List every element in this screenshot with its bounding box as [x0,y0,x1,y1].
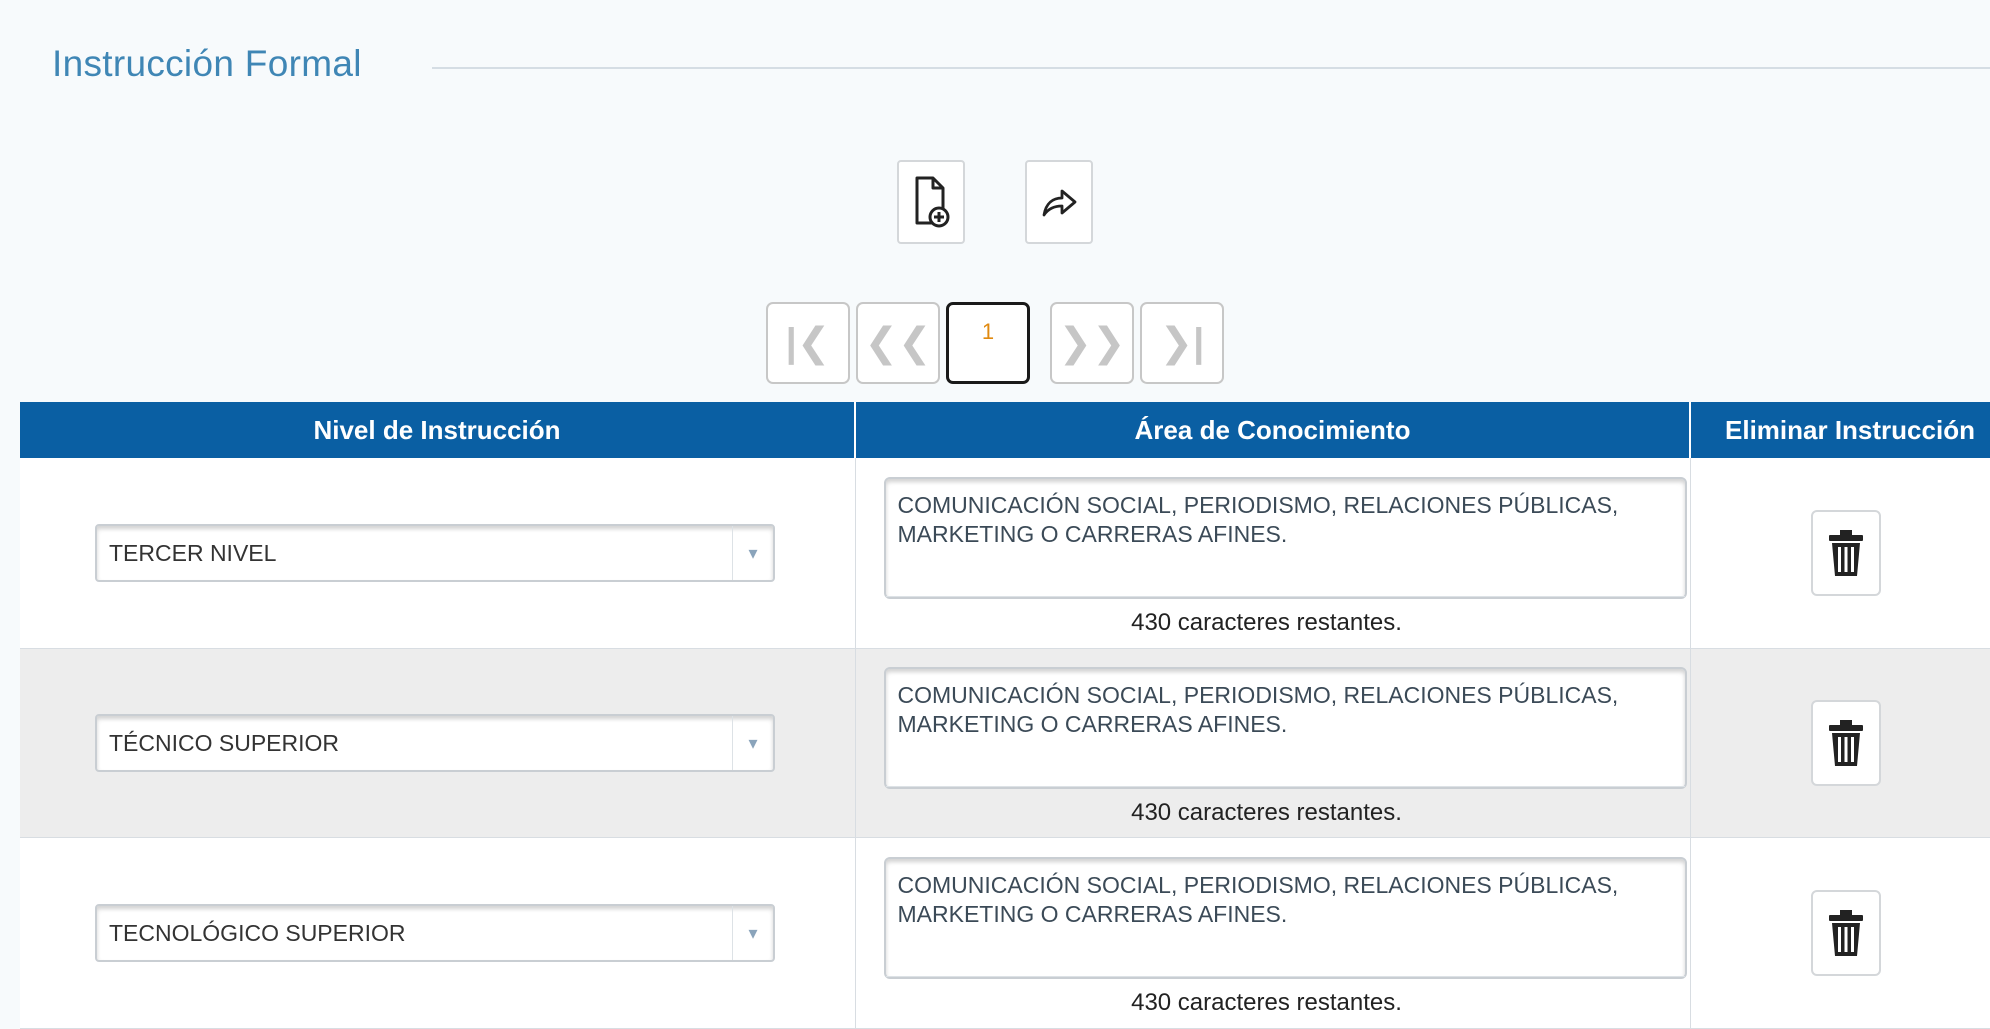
section-divider [432,67,1990,69]
last-page-icon: ❯| [1159,321,1205,365]
nivel-cell: TÉCNICO SUPERIOR ▾ [20,648,856,838]
first-page-icon: |❮ [785,321,831,365]
section-title: Instrucción Formal [52,43,362,84]
instruction-table: Nivel de Instrucción Área de Conocimient… [20,402,1990,1029]
area-text: COMUNICACIÓN SOCIAL, PERIODISMO, RELACIO… [897,492,1619,547]
table-row: TERCER NIVEL ▾ COMUNICACIÓN SOCIAL, PERI… [20,458,1990,649]
share-arrow-icon [1042,189,1077,217]
delete-button[interactable] [1810,510,1881,596]
area-textarea[interactable]: COMUNICACIÓN SOCIAL, PERIODISMO, RELACIO… [883,477,1687,599]
delete-button[interactable] [1810,890,1881,976]
toolbar [0,160,1990,250]
new-document-icon [915,176,950,228]
area-cell: COMUNICACIÓN SOCIAL, PERIODISMO, RELACIO… [855,837,1691,1029]
delete-cell [1690,837,1990,1029]
area-cell: COMUNICACIÓN SOCIAL, PERIODISMO, RELACIO… [855,458,1691,649]
nivel-cell: TERCER NIVEL ▾ [20,458,856,649]
section-header: Instrucción Formal [52,38,1990,98]
next-page-button[interactable]: ❯❯ [1050,302,1134,384]
trash-icon [1828,720,1863,766]
delete-button[interactable] [1810,700,1881,786]
next-page-icon: ❯❯ [1058,321,1126,365]
nivel-select[interactable]: TECNOLÓGICO SUPERIOR ▾ [95,904,775,962]
area-text: COMUNICACIÓN SOCIAL, PERIODISMO, RELACIO… [897,872,1619,927]
char-counter: 430 caracteres restantes. [1131,989,1402,1016]
area-textarea[interactable]: COMUNICACIÓN SOCIAL, PERIODISMO, RELACIO… [883,857,1687,979]
delete-cell [1690,458,1990,649]
nivel-select-value: TÉCNICO SUPERIOR [109,729,340,756]
current-page-number: 1 [981,319,995,344]
trash-icon [1828,530,1863,576]
trash-icon [1828,910,1863,956]
chevron-down-icon[interactable]: ▾ [732,716,773,770]
share-button[interactable] [1025,160,1093,244]
char-counter: 430 caracteres restantes. [1131,609,1402,636]
add-instruction-button[interactable] [897,160,965,244]
previous-page-icon: ❮❮ [864,321,932,365]
last-page-button[interactable]: ❯| [1140,302,1224,384]
nivel-select-value: TERCER NIVEL [109,539,277,566]
current-page-button[interactable]: 1 [946,302,1030,384]
area-textarea[interactable]: COMUNICACIÓN SOCIAL, PERIODISMO, RELACIO… [883,667,1687,789]
column-header-nivel: Nivel de Instrucción [20,402,856,458]
nivel-cell: TECNOLÓGICO SUPERIOR ▾ [20,837,856,1029]
chevron-down-icon[interactable]: ▾ [732,526,773,580]
pagination: |❮ ❮❮ 1 ❯❯ ❯| [0,302,1990,384]
table-header-row: Nivel de Instrucción Área de Conocimient… [20,402,1990,458]
table-row: TÉCNICO SUPERIOR ▾ COMUNICACIÓN SOCIAL, … [20,648,1990,838]
table-row: TECNOLÓGICO SUPERIOR ▾ COMUNICACIÓN SOCI… [20,837,1990,1029]
char-counter: 430 caracteres restantes. [1131,799,1402,826]
area-cell: COMUNICACIÓN SOCIAL, PERIODISMO, RELACIO… [855,648,1691,838]
first-page-button[interactable]: |❮ [766,302,850,384]
area-text: COMUNICACIÓN SOCIAL, PERIODISMO, RELACIO… [897,682,1619,737]
delete-cell [1690,648,1990,838]
nivel-select-value: TECNOLÓGICO SUPERIOR [109,919,406,946]
column-header-eliminar: Eliminar Instrucción [1690,402,1990,458]
chevron-down-icon[interactable]: ▾ [732,906,773,960]
column-header-area: Área de Conocimiento [855,402,1691,458]
nivel-select[interactable]: TERCER NIVEL ▾ [95,524,775,582]
nivel-select[interactable]: TÉCNICO SUPERIOR ▾ [95,714,775,772]
previous-page-button[interactable]: ❮❮ [856,302,940,384]
